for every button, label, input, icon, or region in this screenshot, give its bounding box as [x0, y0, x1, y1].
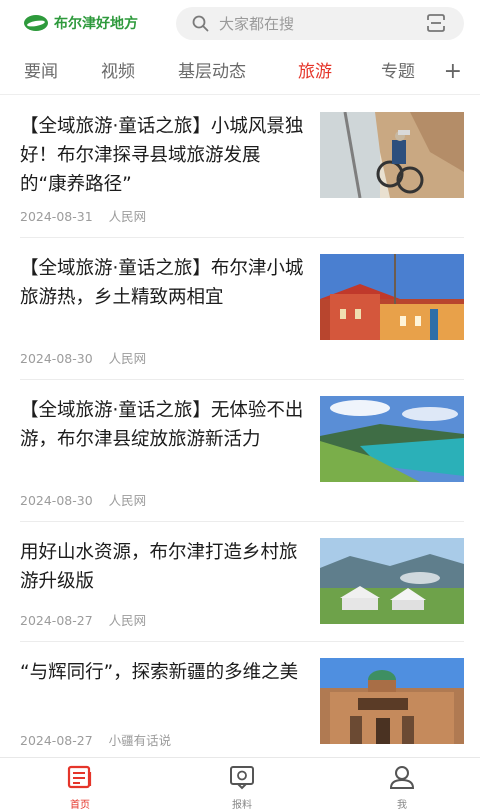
news-date: 2024-08-27	[20, 733, 93, 748]
nav-report[interactable]: 报料	[202, 764, 282, 811]
news-divider	[20, 521, 464, 522]
news-date: 2024-08-31	[20, 209, 93, 224]
tab-video[interactable]: 视频	[101, 55, 135, 89]
category-tabs: 要闻 视频 基层动态 旅游 专题 +	[0, 55, 480, 89]
tab-tourism[interactable]: 旅游	[298, 55, 332, 89]
news-meta: 2024-08-30 人民网	[20, 348, 146, 367]
tab-grassroots[interactable]: 基层动态	[178, 55, 246, 89]
tab-special[interactable]: 专题	[381, 55, 415, 89]
news-source: 小疆有话说	[108, 733, 172, 748]
news-date: 2024-08-27	[20, 613, 93, 628]
news-item[interactable]: 【全域旅游·童话之旅】无体验不出游，布尔津县绽放旅游新活力 2024-08-30…	[20, 396, 464, 522]
add-tab-icon[interactable]: +	[444, 55, 462, 89]
app-logo[interactable]: 布尔津好地方	[24, 12, 138, 34]
news-title: 【全域旅游·童话之旅】无体验不出游，布尔津县绽放旅游新活力	[20, 400, 304, 450]
news-thumbnail	[320, 396, 464, 482]
news-title: 【全域旅游·童话之旅】布尔津小城旅游热，乡土精致两相宜	[20, 258, 304, 308]
news-divider	[20, 237, 464, 238]
bottom-nav: 首页 报料 我	[0, 757, 480, 811]
report-icon	[230, 766, 254, 790]
tabs-divider	[0, 94, 480, 95]
news-item[interactable]: 用好山水资源，布尔津打造乡村旅游升级版 2024-08-27 人民网	[20, 538, 464, 642]
news-meta: 2024-08-27 小疆有话说	[20, 730, 171, 749]
news-thumbnail	[320, 658, 464, 744]
news-source: 人民网	[108, 209, 147, 224]
tab-yaowen[interactable]: 要闻	[24, 55, 58, 89]
news-title: 用好山水资源，布尔津打造乡村旅游升级版	[20, 542, 298, 592]
news-meta: 2024-08-30 人民网	[20, 490, 146, 509]
nav-home-label: 首页	[70, 800, 90, 811]
news-thumbnail	[320, 538, 464, 624]
user-icon	[389, 766, 415, 789]
nav-me-label: 我	[397, 800, 407, 811]
news-item[interactable]: 【全域旅游·童话之旅】布尔津小城旅游热，乡土精致两相宜 2024-08-30 人民…	[20, 254, 464, 380]
logo-text: 布尔津好地方	[54, 16, 138, 32]
search-bar[interactable]: 大家都在搜	[176, 7, 464, 40]
news-meta: 2024-08-27 人民网	[20, 610, 146, 629]
news-meta: 2024-08-31 人民网	[20, 206, 146, 225]
news-item[interactable]: 【全域旅游·童话之旅】小城风景独好！布尔津探寻县域旅游发展的“康养路径” 202…	[20, 112, 464, 238]
news-divider	[20, 641, 464, 642]
search-placeholder: 大家都在搜	[219, 15, 295, 33]
news-date: 2024-08-30	[20, 493, 93, 508]
app-header: 布尔津好地方 大家都在搜	[0, 0, 480, 48]
news-date: 2024-08-30	[20, 351, 93, 366]
news-source: 人民网	[108, 493, 147, 508]
news-thumbnail	[320, 112, 464, 198]
search-icon	[192, 15, 209, 32]
scan-icon[interactable]	[426, 13, 446, 33]
news-divider	[20, 379, 464, 380]
news-item[interactable]: “与辉同行”，探索新疆的多维之美 2024-08-27 小疆有话说	[20, 658, 464, 758]
nav-report-label: 报料	[232, 800, 252, 811]
news-source: 人民网	[108, 351, 147, 366]
nav-home[interactable]: 首页	[40, 764, 120, 811]
nav-me[interactable]: 我	[362, 764, 442, 811]
news-thumbnail	[320, 254, 464, 340]
news-title: 【全域旅游·童话之旅】小城风景独好！布尔津探寻县域旅游发展的“康养路径”	[20, 116, 304, 195]
news-icon	[67, 765, 92, 789]
news-source: 人民网	[108, 613, 147, 628]
logo-mark-icon	[24, 15, 48, 31]
news-title: “与辉同行”，探索新疆的多维之美	[20, 662, 299, 683]
